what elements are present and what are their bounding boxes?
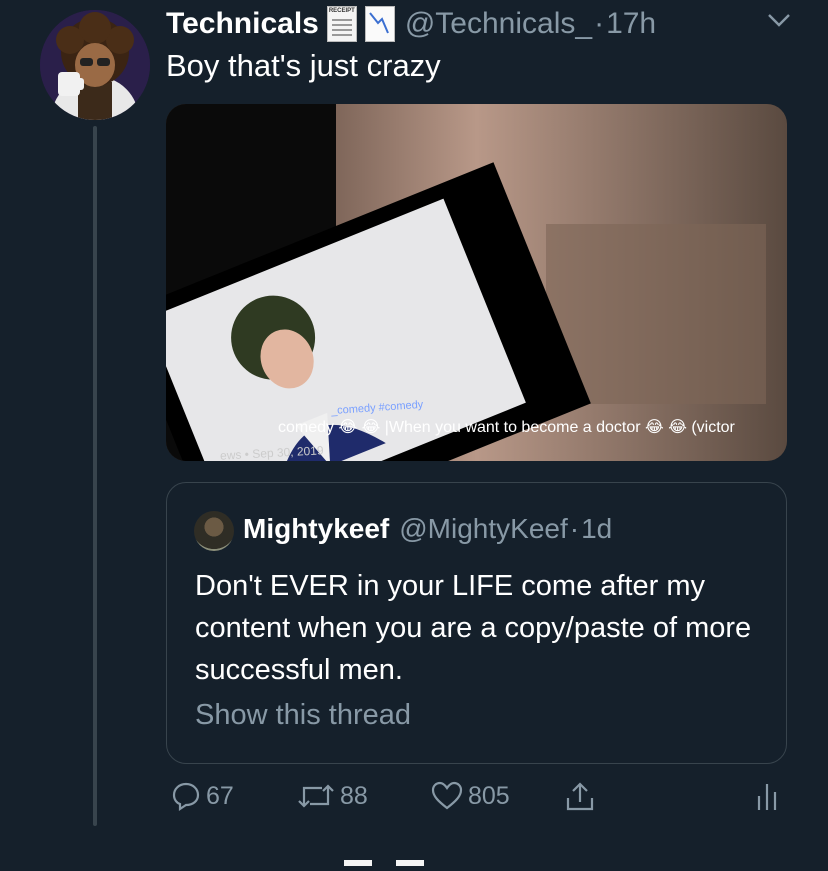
- analytics-button[interactable]: [756, 780, 778, 812]
- avatar-illustration: [40, 10, 150, 120]
- video-frame: [166, 104, 787, 461]
- thread-connector-line: [93, 126, 97, 826]
- author-avatar[interactable]: [40, 10, 150, 120]
- analytics-icon: [757, 784, 777, 810]
- quoted-tweet-time: 1d: [581, 513, 613, 544]
- quoted-tweet[interactable]: Mightykeef @MightyKeef · 1d Don't EVER i…: [166, 482, 787, 764]
- like-count: 805: [468, 781, 510, 810]
- quoted-time-separator: ·: [569, 513, 580, 544]
- chevron-down-icon[interactable]: [766, 10, 792, 35]
- quoted-author-handle: @MightyKeef: [399, 513, 568, 544]
- chart-decreasing-icon: [364, 6, 395, 42]
- tweet-media-video[interactable]: _comedy #comedy comedy 😂 😂 |When you wan…: [166, 104, 787, 461]
- heart-icon: [431, 781, 463, 810]
- quoted-author-name: Mightykeef: [243, 513, 390, 544]
- author-handle[interactable]: @Technicals_: [405, 7, 592, 41]
- receipt-label: RECEIPT: [328, 8, 355, 14]
- time-separator: ·: [594, 7, 605, 40]
- next-tweet-emoji-peek: [344, 853, 425, 871]
- receipt-icon: RECEIPT: [326, 6, 357, 42]
- show-thread-link[interactable]: Show this thread: [195, 699, 411, 732]
- tweet-action-bar: 67 88 805: [166, 780, 786, 820]
- author-name[interactable]: Technicals: [166, 7, 319, 41]
- reply-button[interactable]: 67: [170, 780, 234, 812]
- quoted-tweet-text: Don't EVER in your LIFE come after my co…: [195, 570, 752, 686]
- like-button[interactable]: 805: [430, 780, 510, 812]
- share-icon: [566, 782, 594, 811]
- tweet-text: Boy that's just crazy: [166, 48, 441, 83]
- tweet-header: Technicals RECEIPT @Technicals_ · 17h: [166, 6, 656, 42]
- quoted-tweet-header: Mightykeef @MightyKeef · 1d: [243, 513, 612, 545]
- video-caption-line: comedy 😂 😂 |When you want to become a do…: [278, 419, 735, 436]
- reply-icon: [172, 782, 200, 812]
- tweet-time[interactable]: 17h: [606, 7, 656, 41]
- reply-count: 67: [206, 781, 234, 810]
- share-button[interactable]: [564, 780, 596, 814]
- retweet-button[interactable]: 88: [296, 780, 368, 812]
- retweet-icon: [298, 784, 334, 808]
- quoted-author-avatar: [194, 511, 234, 551]
- retweet-count: 88: [340, 781, 368, 810]
